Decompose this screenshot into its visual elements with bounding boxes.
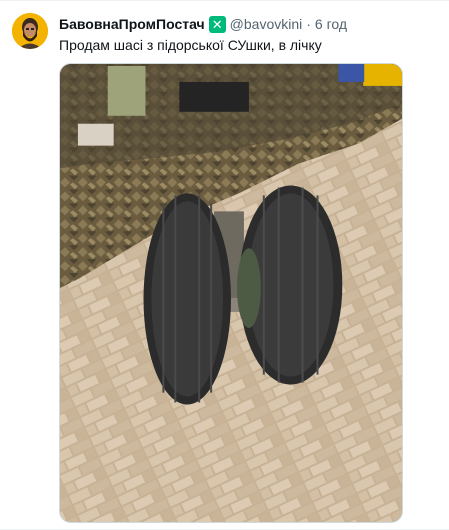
author-handle[interactable]: @bavovkini [230, 15, 303, 33]
tweet-post[interactable]: БавовнаПромПостач ✕ @bavovkini · 6 год П… [0, 0, 449, 530]
avatar-image-icon [12, 13, 48, 49]
landing-gear-photo-icon [60, 64, 402, 522]
post-timestamp[interactable]: 6 год [315, 15, 347, 33]
post-header: БавовнаПромПостач ✕ @bavovkini · 6 год [59, 14, 347, 34]
header-separator: · [306, 16, 311, 32]
post-text: Продам шасі з підорської СУшки, в лічку [59, 37, 322, 53]
author-display-name[interactable]: БавовнаПромПостач [59, 15, 205, 33]
verified-badge-icon: ✕ [208, 15, 226, 33]
post-photo[interactable] [59, 63, 403, 523]
author-avatar[interactable] [12, 13, 48, 49]
